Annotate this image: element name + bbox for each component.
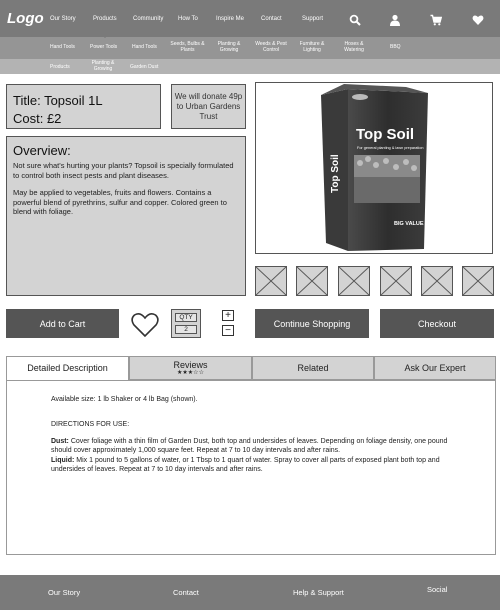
footer-social[interactable]: Social — [427, 585, 447, 594]
footer-our-story[interactable]: Our Story — [48, 588, 80, 597]
thumbnail-1[interactable] — [255, 266, 287, 296]
dust-text: Cover foliage with a thin film of Garden… — [51, 438, 448, 454]
qty-plus-button[interactable]: + — [222, 310, 234, 321]
subnav-hoses[interactable]: Hoses & Watering — [340, 41, 368, 53]
directions-heading: DIRECTIONS FOR USE: — [51, 421, 130, 428]
description-panel: Available size: 1 lb Shaker or 4 lb Bag … — [6, 380, 496, 555]
placeholder-icon — [462, 266, 494, 296]
user-icon[interactable] — [389, 14, 401, 26]
placeholder-icon — [421, 266, 453, 296]
cart-icon[interactable] — [430, 14, 442, 26]
liquid-text: Mix 1 pound to 5 gallons of water, or 1 … — [51, 457, 440, 473]
breadcrumb-planting[interactable]: Planting & Growing — [88, 60, 118, 72]
subnav-breadcrumb: Products Planting & Growing Garden Dust — [0, 59, 500, 74]
subnav-hand-tools[interactable]: Hand Tools — [50, 44, 75, 50]
title-box: Title: Topsoil 1L Cost: £2 — [6, 84, 161, 129]
breadcrumb-garden-dust[interactable]: Garden Dust — [130, 64, 158, 70]
subnav-power-tools[interactable]: Power Tools — [90, 44, 117, 50]
thumbnail-2[interactable] — [296, 266, 328, 296]
tab-label: Detailed Description — [27, 363, 108, 373]
continue-shopping-button[interactable]: Continue Shopping — [255, 309, 369, 338]
subnav-furniture[interactable]: Furniture & Lighting — [297, 41, 327, 53]
footer: Our Story Contact Help & Support Social — [0, 575, 500, 610]
qty-minus-button[interactable]: − — [222, 325, 234, 336]
footer-help-support[interactable]: Help & Support — [293, 588, 344, 597]
nav-our-story[interactable]: Our Story — [50, 16, 76, 22]
dust-label: Dust: — [51, 438, 69, 445]
donate-box: We will donate 49p to Urban Gardens Trus… — [171, 84, 246, 129]
product-cost: Cost: £2 — [13, 111, 62, 126]
add-to-cart-button[interactable]: Add to Cart — [6, 309, 119, 338]
thumbnail-3[interactable] — [338, 266, 370, 296]
search-icon[interactable] — [349, 14, 361, 26]
subnav-categories: Hand Tools Power Tools Hand Tools Seeds,… — [0, 37, 500, 65]
placeholder-icon — [380, 266, 412, 296]
nav-community[interactable]: Community — [133, 16, 163, 22]
thumbnail-6[interactable] — [462, 266, 494, 296]
overview-title: Overview: — [13, 143, 71, 158]
subnav-seeds[interactable]: Seeds, Bulbs & Plants — [170, 41, 205, 53]
tab-reviews[interactable]: Reviews ★★★☆☆ — [129, 356, 252, 380]
nav-inspire-me[interactable]: Inspire Me — [216, 16, 244, 22]
footer-contact[interactable]: Contact — [173, 588, 199, 597]
wishlist-heart-icon[interactable] — [131, 312, 159, 338]
liquid-label: Liquid: — [51, 457, 75, 464]
placeholder-icon — [255, 266, 287, 296]
liquid-directions: Liquid: Mix 1 pound to 5 gallons of wate… — [51, 456, 451, 474]
tab-label: Reviews — [173, 360, 208, 370]
qty-label: QTY — [175, 313, 197, 322]
subnav-hand-tools-2[interactable]: Hand Tools — [132, 44, 157, 50]
overview-box: Overview: Not sure what's hurting your p… — [6, 136, 246, 296]
qty-input[interactable]: 2 — [175, 325, 197, 334]
overview-paragraph-2: May be applied to vegetables, fruits and… — [13, 188, 227, 216]
product-image[interactable]: Top Soil Top Soil For general planting &… — [255, 82, 493, 254]
bag-title: Top Soil — [356, 126, 414, 143]
subnav-planting[interactable]: Planting & Growing — [213, 41, 245, 65]
thumbnail-5[interactable] — [421, 266, 453, 296]
product-title: Title: Topsoil 1L — [13, 93, 103, 108]
nav-how-to[interactable]: How To — [178, 16, 198, 22]
checkout-button[interactable]: Checkout — [380, 309, 494, 338]
nav-products[interactable]: Products — [93, 16, 117, 38]
bag-badge: BIG VALUE 35 Litre Pack — [394, 221, 460, 227]
logo[interactable]: Logo — [7, 10, 44, 27]
nav-support[interactable]: Support — [302, 16, 323, 22]
tab-label: Related — [297, 363, 329, 373]
tab-label: Ask Our Expert — [404, 363, 466, 373]
thumbnail-4[interactable] — [380, 266, 412, 296]
subnav-bbq[interactable]: BBQ — [390, 44, 401, 50]
bag-side-text: Top Soil — [330, 154, 341, 193]
dust-directions: Dust: Cover foliage with a thin film of … — [51, 437, 451, 455]
tab-related[interactable]: Related — [252, 356, 374, 380]
overview-paragraph-1: Not sure what's hurting your plants? Top… — [13, 161, 234, 180]
available-size-text: Available size: 1 lb Shaker or 4 lb Bag … — [51, 396, 198, 403]
bag-subtitle: For general planting & lawn preparation — [357, 146, 424, 150]
review-stars: ★★★☆☆ — [177, 370, 204, 376]
quantity-box: QTY 2 — [171, 309, 201, 338]
topsoil-bag-image: Top Soil Top Soil For general planting &… — [321, 84, 460, 251]
top-nav: Logo Our Story Products Community How To… — [0, 0, 500, 38]
tab-detailed-description[interactable]: Detailed Description — [6, 356, 129, 381]
nav-contact[interactable]: Contact — [261, 16, 282, 22]
placeholder-icon — [296, 266, 328, 296]
heart-icon[interactable] — [472, 14, 484, 26]
breadcrumb-products[interactable]: Products — [50, 64, 70, 70]
placeholder-icon — [338, 266, 370, 296]
subnav-weeds[interactable]: Weeds & Pest Control — [253, 41, 289, 53]
tab-ask-expert[interactable]: Ask Our Expert — [374, 356, 496, 380]
